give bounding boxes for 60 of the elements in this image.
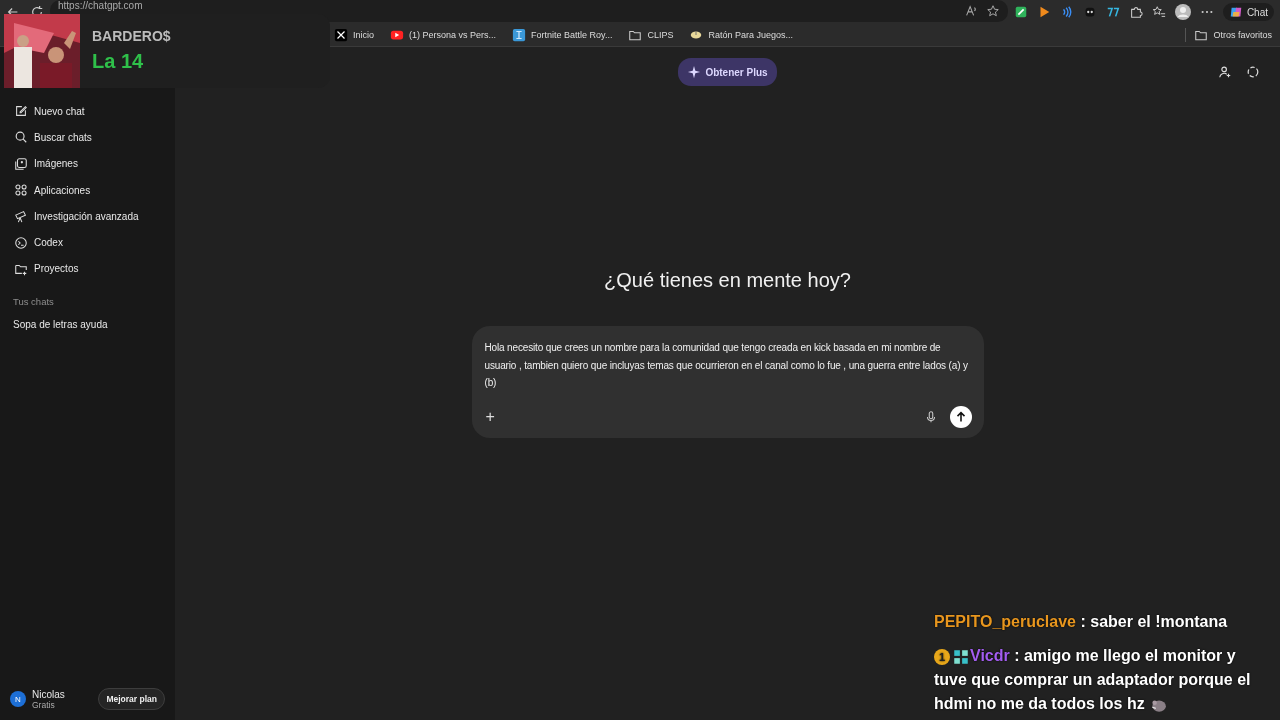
sidebar-item[interactable]: Codex [6,229,169,256]
search-icon [14,130,28,145]
chat-message-text: saber el !montana [1090,613,1228,630]
get-plus-button[interactable]: Obtener Plus [678,58,777,86]
chat-message-text: tuve que comprar un adaptador porque el hdmi no me da todos los hz [934,671,1251,712]
chat-separator: : [1014,647,1020,664]
folder-icon [1194,28,1209,42]
puzzle-icon[interactable] [1128,5,1143,19]
bookmark[interactable]: Inicio [334,28,374,42]
copilot-icon [1228,5,1243,19]
bookmark[interactable]: Ratón Para Juegos... [689,28,793,42]
heading: ¿Qué tienes en mente hoy? [604,269,851,292]
bookmark-folder[interactable]: CLIPS [628,28,674,42]
user-avatar[interactable]: N [10,691,26,707]
images-icon [14,156,28,171]
favorites-icon[interactable] [1151,5,1166,19]
user-plan: Gratis [32,699,56,710]
add-person-icon[interactable] [1218,65,1232,79]
bookmark-folder[interactable]: Otros favoritos [1194,28,1272,42]
star-icon[interactable] [985,4,1000,18]
chat-history-item[interactable]: Sopa de letras ayuda [6,313,169,337]
copilot-chat-button[interactable]: Chat [1222,3,1274,21]
profile-avatar-icon[interactable] [1174,4,1191,20]
upgrade-button[interactable]: Mejorar plan [98,688,165,710]
overlay-subtitle: La 14 [92,50,145,73]
chat-separator: : [1080,613,1086,630]
user-name: Nicolas [32,688,65,700]
sidebar-item[interactable]: Investigación avanzada [6,203,169,230]
temporary-chat-icon[interactable] [1246,65,1260,79]
apps-icon [14,183,28,198]
chat-message-text: amigo me llego el monitor y [1023,647,1236,664]
bookmark[interactable]: (1) Persona vs Pers... [390,28,497,42]
sidebar-item[interactable]: Imágenes [6,150,169,177]
bookmark[interactable]: Fortnite Battle Roy... [512,28,613,42]
address-bar[interactable]: https://chatgpt.com [50,0,1008,22]
url-text: https://chatgpt.com [58,0,143,11]
extension-icon[interactable] [1013,5,1028,19]
extension-icon[interactable] [1105,5,1120,19]
folder-icon [628,28,643,42]
sidebar-item[interactable]: Aplicaciones [6,176,169,204]
x-logo-icon [334,28,348,42]
edit-icon [14,104,28,119]
codex-icon [14,235,28,250]
message-composer[interactable] [471,326,984,438]
overlay-title: BARDERO$ [92,28,171,44]
section-title: Tus chats [12,295,55,310]
sidebar-item[interactable]: Buscar chats [6,124,169,151]
game-icon [512,28,527,42]
video-icon [390,28,404,42]
sidebar-item[interactable]: Proyectos [6,255,169,283]
sidebar-item[interactable]: Nuevo chat [6,98,169,125]
send-button[interactable] [949,405,972,428]
chat-username: Vicdr [970,647,1010,664]
read-aloud-icon[interactable] [963,4,978,18]
message-text: Hola necesito que crees un nombre para la comunidad que tengo creada en kick basada en mi nombre de usuario , tambien quiero que incluyas temas que ocurrieron en el canal como lo fue , una guerra entre lados (a) y (b) [483,341,969,390]
gift-badge-icon [952,647,970,666]
subscriber-badge: 1 [934,648,950,665]
add-button[interactable]: + [483,408,497,425]
telescope-icon [14,209,28,224]
chat-username: PEPITO_peruclave [934,613,1076,630]
